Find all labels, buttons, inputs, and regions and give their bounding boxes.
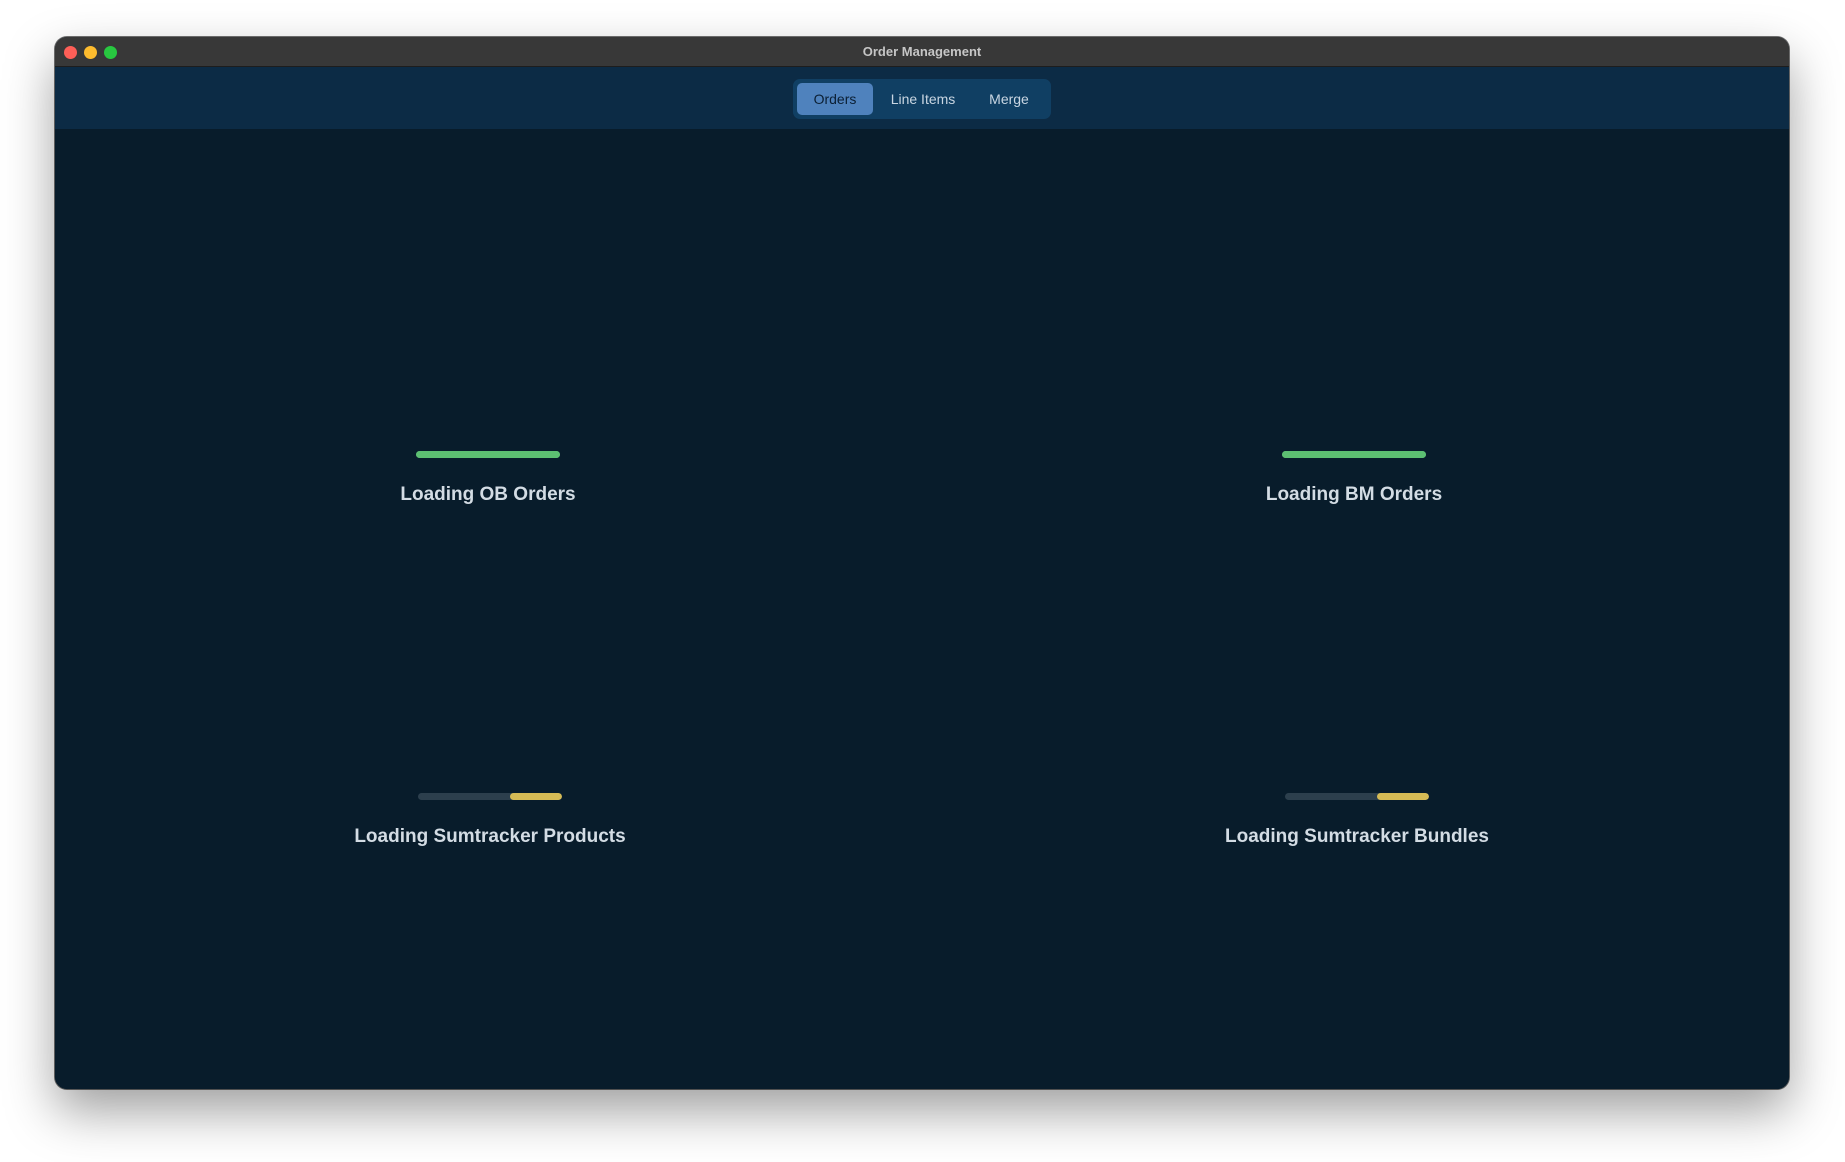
loader-label: Loading BM Orders — [1265, 484, 1443, 505]
window-title: Order Management — [862, 44, 982, 59]
loader-label: Loading Sumtracker Products — [354, 826, 626, 847]
progress-bar — [418, 793, 562, 800]
progress-fill — [416, 451, 560, 458]
tab-orders[interactable]: Orders — [797, 83, 873, 115]
view-segmented-control: Orders Line Items Merge — [793, 79, 1051, 119]
progress-fill — [1282, 451, 1426, 458]
progress-bar — [1285, 793, 1429, 800]
loader-bm-orders: Loading BM Orders — [1144, 451, 1564, 506]
tab-merge[interactable]: Merge — [971, 83, 1047, 115]
loader-ob-orders: Loading OB Orders — [278, 451, 698, 506]
title-bar[interactable]: Order Management — [55, 37, 1789, 67]
loader-sumtracker-bundles: Loading Sumtracker Bundles — [1147, 793, 1567, 848]
progress-bar — [1282, 451, 1426, 458]
loader-sumtracker-products: Loading Sumtracker Products — [280, 793, 700, 848]
app-window: Order Management Orders Line Items Merge… — [55, 37, 1789, 1089]
progress-fill — [1377, 793, 1429, 800]
progress-fill — [510, 793, 562, 800]
loader-label: Loading OB Orders — [400, 484, 576, 505]
toolbar: Orders Line Items Merge — [55, 67, 1789, 129]
loader-label: Loading Sumtracker Bundles — [1225, 826, 1489, 847]
progress-bar — [416, 451, 560, 458]
tab-line-items[interactable]: Line Items — [881, 83, 965, 115]
main-content: Loading OB Orders Loading BM Orders Load… — [55, 129, 1789, 1089]
